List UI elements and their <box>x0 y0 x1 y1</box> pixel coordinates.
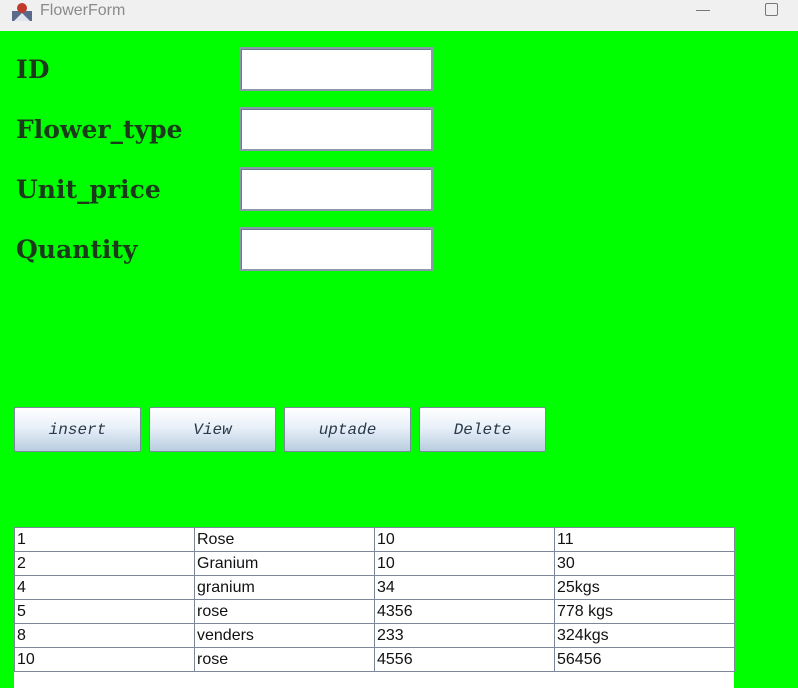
table-row[interactable]: 1 Rose 10 11 <box>14 527 735 552</box>
id-label: ID <box>16 55 50 84</box>
table-cell-flower-type[interactable]: Granium <box>194 551 375 576</box>
minimize-button[interactable] <box>680 0 726 22</box>
delete-button[interactable]: Delete <box>419 407 546 452</box>
view-button[interactable]: View <box>149 407 276 452</box>
table-cell-quantity[interactable]: 324kgs <box>554 623 735 648</box>
table-cell-flower-type[interactable]: granium <box>194 575 375 600</box>
table-cell-id[interactable]: 10 <box>14 647 195 672</box>
table-cell-id[interactable]: 8 <box>14 623 195 648</box>
quantity-field[interactable] <box>239 227 433 271</box>
table-cell-id[interactable]: 2 <box>14 551 195 576</box>
table-cell-unit-price[interactable]: 233 <box>374 623 555 648</box>
table-cell-quantity[interactable]: 778 kgs <box>554 599 735 624</box>
quantity-label: Quantity <box>16 235 138 264</box>
table-row[interactable]: 5 rose 4356 778 kgs <box>14 599 735 624</box>
minimize-icon <box>696 10 710 11</box>
table-cell-unit-price[interactable]: 4556 <box>374 647 555 672</box>
table-cell-id[interactable]: 5 <box>14 599 195 624</box>
table-cell-flower-type[interactable]: Rose <box>194 527 375 552</box>
table-cell-id[interactable]: 1 <box>14 527 195 552</box>
table-row[interactable]: 10 rose 4556 56456 <box>14 647 735 672</box>
java-app-icon <box>12 3 32 21</box>
table-cell-unit-price[interactable]: 10 <box>374 527 555 552</box>
table-cell-flower-type[interactable]: venders <box>194 623 375 648</box>
table-cell-id[interactable]: 4 <box>14 575 195 600</box>
flower-type-field[interactable] <box>239 107 433 151</box>
table-cell-unit-price[interactable]: 4356 <box>374 599 555 624</box>
table-cell-unit-price[interactable]: 34 <box>374 575 555 600</box>
table-cell-unit-price[interactable]: 10 <box>374 551 555 576</box>
maximize-icon <box>765 3 778 16</box>
table-cell-quantity[interactable]: 56456 <box>554 647 735 672</box>
id-field[interactable] <box>239 47 433 91</box>
unit-price-label: Unit_price <box>16 175 161 204</box>
flower-table[interactable]: 1 Rose 10 11 2 Granium 10 30 4 granium 3… <box>14 527 735 688</box>
insert-button[interactable]: insert <box>14 407 141 452</box>
table-cell-flower-type[interactable]: rose <box>194 647 375 672</box>
table-row[interactable]: 2 Granium 10 30 <box>14 551 735 576</box>
table-cell-quantity[interactable]: 30 <box>554 551 735 576</box>
table-row[interactable]: 8 venders 233 324kgs <box>14 623 735 648</box>
unit-price-field[interactable] <box>239 167 433 211</box>
window-title: FlowerForm <box>40 2 126 19</box>
maximize-button[interactable] <box>750 0 796 22</box>
table-cell-quantity[interactable]: 11 <box>554 527 735 552</box>
table-cell-flower-type[interactable]: rose <box>194 599 375 624</box>
title-bar: FlowerForm <box>0 0 798 31</box>
table-row[interactable]: 4 granium 34 25kgs <box>14 575 735 600</box>
table-cell-quantity[interactable]: 25kgs <box>554 575 735 600</box>
flower-type-label: Flower_type <box>16 115 183 144</box>
update-button[interactable]: uptade <box>284 407 411 452</box>
